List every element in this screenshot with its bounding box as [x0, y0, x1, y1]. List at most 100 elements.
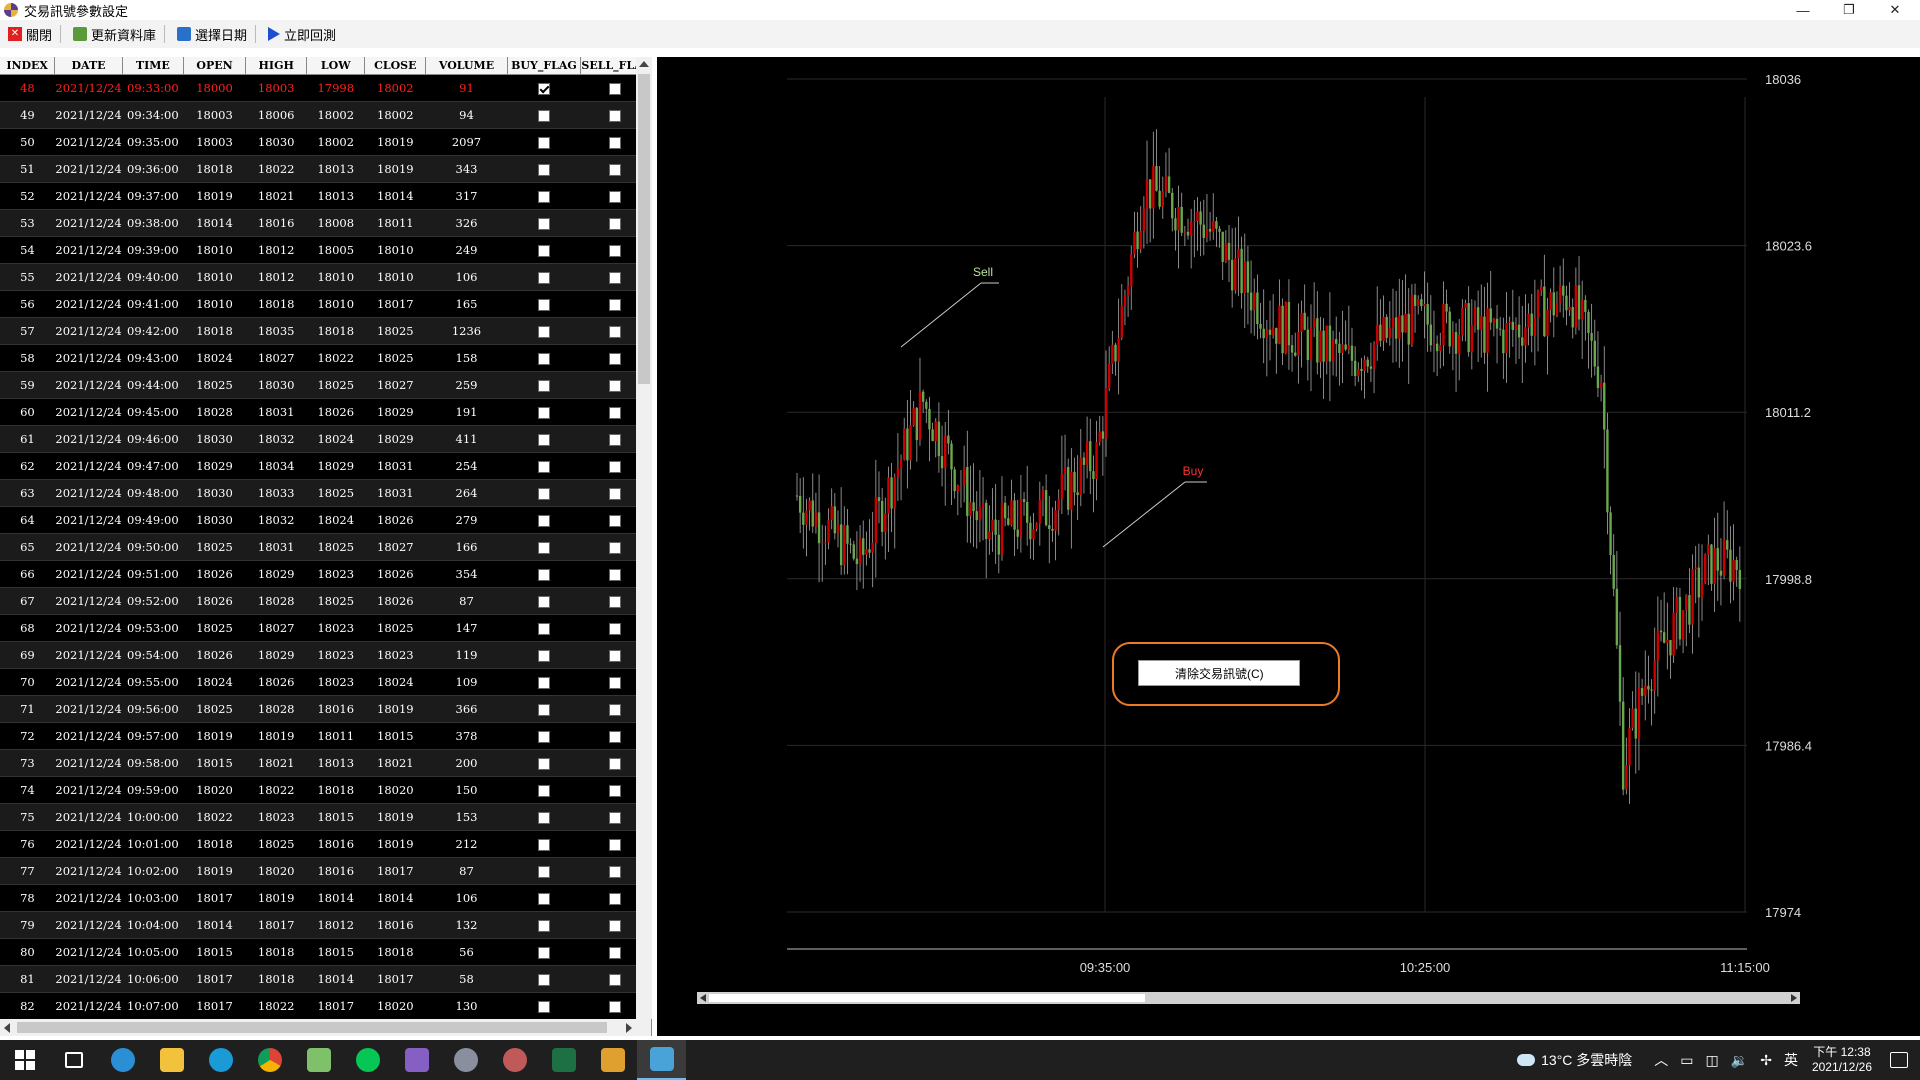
sell-flag-checkbox[interactable] [609, 919, 622, 932]
table-cell[interactable]: 2021/12/24 [54, 506, 123, 534]
sell-flag-cell[interactable] [580, 263, 636, 291]
table-cell[interactable]: 18027 [364, 533, 426, 561]
context-menu-item-clear-signals[interactable]: 清除交易訊號(C) [1138, 660, 1300, 686]
table-cell[interactable]: 18013 [306, 182, 365, 210]
taskbar-line[interactable] [343, 1040, 392, 1080]
table-row[interactable]: 77 2021/12/24 10:02:00 18019 18020 18016 18017… [0, 857, 636, 885]
table-cell[interactable]: 67 [0, 587, 55, 615]
table-cell[interactable]: 18014 [306, 965, 365, 993]
table-cell[interactable]: 09:33:00 [122, 74, 184, 102]
sell-flag-checkbox[interactable] [609, 703, 622, 716]
battery-icon[interactable]: ▭ [1680, 1052, 1693, 1069]
table-cell[interactable]: 18011 [306, 722, 365, 750]
buy-flag-checkbox[interactable] [537, 973, 550, 986]
buy-flag-checkbox[interactable] [537, 271, 550, 284]
table-cell[interactable]: 18020 [364, 992, 426, 1019]
table-cell[interactable]: 18003 [183, 128, 246, 156]
table-cell[interactable]: 64 [0, 506, 55, 534]
table-cell[interactable]: 2021/12/24 [54, 128, 123, 156]
table-cell[interactable]: 18010 [183, 263, 246, 291]
table-cell[interactable]: 48 [0, 74, 55, 102]
buy-flag-checkbox[interactable] [537, 244, 550, 257]
table-cell[interactable]: 09:38:00 [122, 209, 184, 237]
restore-button[interactable]: ❐ [1826, 0, 1872, 20]
table-cell[interactable]: 18018 [183, 830, 246, 858]
table-cell[interactable]: 2021/12/24 [54, 182, 123, 210]
sell-flag-checkbox[interactable] [609, 892, 622, 905]
table-row[interactable]: 58 2021/12/24 09:43:00 18024 18027 18022 18025… [0, 344, 636, 372]
table-cell[interactable]: 18032 [245, 506, 307, 534]
buy-flag-cell[interactable] [507, 641, 581, 669]
sell-flag-cell[interactable] [580, 668, 636, 696]
sell-flag-checkbox[interactable] [609, 973, 622, 986]
table-cell[interactable]: 18014 [364, 884, 426, 912]
table-cell[interactable]: 10:02:00 [122, 857, 184, 885]
table-cell[interactable]: 2021/12/24 [54, 722, 123, 750]
sell-flag-cell[interactable] [580, 587, 636, 615]
table-row[interactable]: 64 2021/12/24 09:49:00 18030 18032 18024 18026… [0, 506, 636, 534]
table-row[interactable]: 69 2021/12/24 09:54:00 18026 18029 18023 18023… [0, 641, 636, 669]
table-cell[interactable]: 73 [0, 749, 55, 777]
sell-flag-checkbox[interactable] [609, 757, 622, 770]
weather-text[interactable]: 13°C 多雲時陰 [1541, 1050, 1632, 1070]
table-cell[interactable]: 2097 [425, 128, 508, 156]
buy-flag-cell[interactable] [507, 587, 581, 615]
table-cell[interactable]: 2021/12/24 [54, 533, 123, 561]
table-cell[interactable]: 18030 [183, 479, 246, 507]
sell-flag-checkbox[interactable] [609, 298, 622, 311]
table-cell[interactable]: 18031 [364, 452, 426, 480]
table-cell[interactable]: 82 [0, 992, 55, 1019]
table-cell[interactable]: 55 [0, 263, 55, 291]
table-cell[interactable]: 18006 [245, 101, 307, 129]
table-cell[interactable]: 158 [425, 344, 508, 372]
table-cell[interactable]: 166 [425, 533, 508, 561]
buy-flag-cell[interactable] [507, 209, 581, 237]
buy-flag-checkbox[interactable] [537, 325, 550, 338]
table-cell[interactable]: 18012 [245, 263, 307, 291]
table-cell[interactable]: 09:35:00 [122, 128, 184, 156]
table-cell[interactable]: 18026 [183, 641, 246, 669]
table-row[interactable]: 73 2021/12/24 09:58:00 18015 18021 18013 18021… [0, 749, 636, 777]
table-cell[interactable]: 18003 [245, 74, 307, 102]
table-cell[interactable]: 18002 [306, 128, 365, 156]
buy-flag-checkbox[interactable] [537, 946, 550, 959]
table-cell[interactable]: 18021 [245, 749, 307, 777]
table-cell[interactable]: 18025 [306, 371, 365, 399]
table-cell[interactable]: 61 [0, 425, 55, 453]
table-cell[interactable]: 18018 [245, 938, 307, 966]
buy-flag-cell[interactable] [507, 371, 581, 399]
table-row[interactable]: 63 2021/12/24 09:48:00 18030 18033 18025 18031… [0, 479, 636, 507]
table-cell[interactable]: 18018 [183, 317, 246, 345]
buy-flag-checkbox[interactable] [537, 136, 550, 149]
sell-flag-cell[interactable] [580, 101, 636, 129]
backtest-button[interactable]: 立即回測 [268, 23, 336, 45]
sell-flag-cell[interactable] [580, 992, 636, 1019]
taskbar-app-paint[interactable] [490, 1040, 539, 1080]
table-cell[interactable]: 09:56:00 [122, 695, 184, 723]
buy-flag-checkbox[interactable] [537, 595, 550, 608]
table-cell[interactable]: 18017 [364, 290, 426, 318]
table-cell[interactable]: 18019 [183, 722, 246, 750]
table-cell[interactable]: 18002 [364, 74, 426, 102]
table-cell[interactable]: 18031 [245, 533, 307, 561]
ime-icon[interactable]: ✢ [1760, 1052, 1772, 1069]
buy-flag-checkbox[interactable] [537, 406, 550, 419]
table-cell[interactable]: 18022 [183, 803, 246, 831]
sell-flag-cell[interactable] [580, 371, 636, 399]
sell-flag-checkbox[interactable] [609, 622, 622, 635]
table-cell[interactable]: 411 [425, 425, 508, 453]
sell-flag-cell[interactable] [580, 452, 636, 480]
table-cell[interactable]: 130 [425, 992, 508, 1019]
table-cell[interactable]: 75 [0, 803, 55, 831]
table-cell[interactable]: 18017 [183, 884, 246, 912]
vertical-scroll-thumb[interactable] [638, 74, 650, 384]
sell-flag-checkbox[interactable] [609, 541, 622, 554]
vertical-scrollbar[interactable] [636, 57, 652, 1019]
table-cell[interactable]: 18025 [183, 614, 246, 642]
table-row[interactable]: 52 2021/12/24 09:37:00 18019 18021 18013 18014… [0, 182, 636, 210]
table-cell[interactable]: 2021/12/24 [54, 398, 123, 426]
table-cell[interactable]: 279 [425, 506, 508, 534]
table-cell[interactable]: 18023 [306, 641, 365, 669]
table-cell[interactable]: 2021/12/24 [54, 290, 123, 318]
table-cell[interactable]: 09:49:00 [122, 506, 184, 534]
